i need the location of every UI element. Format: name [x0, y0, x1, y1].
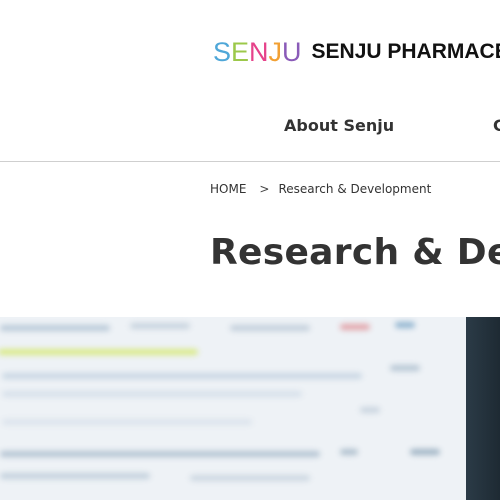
hero-image-blurred-screen: [0, 317, 500, 500]
breadcrumb-home-link[interactable]: HOME: [210, 182, 246, 196]
logo-letter-u: U: [282, 37, 302, 67]
logo-letter-s: S: [213, 37, 232, 67]
page-title: Research & Deve: [210, 232, 500, 273]
breadcrumb: HOME > Research & Development: [210, 182, 431, 196]
breadcrumb-current: Research & Development: [278, 182, 432, 196]
page: SENJU SENJU PHARMACE About Senju C HOME >…: [0, 0, 500, 500]
nav-item-next[interactable]: C: [493, 116, 500, 135]
hero-dark-edge: [466, 317, 500, 500]
site-header: SENJU SENJU PHARMACE About Senju C: [0, 0, 500, 162]
senju-logo[interactable]: SENJU SENJU PHARMACE: [213, 34, 500, 70]
hero-image: [0, 317, 500, 500]
logo-letter-e: E: [231, 37, 250, 67]
logo-letter-n: N: [249, 37, 269, 67]
breadcrumb-separator: >: [259, 182, 270, 196]
logo-letter-j: J: [268, 37, 283, 67]
logo-wordmark: SENJU PHARMACE: [311, 40, 500, 63]
nav-item-about-senju[interactable]: About Senju: [284, 116, 394, 135]
logo-mark: SENJU: [213, 34, 302, 70]
